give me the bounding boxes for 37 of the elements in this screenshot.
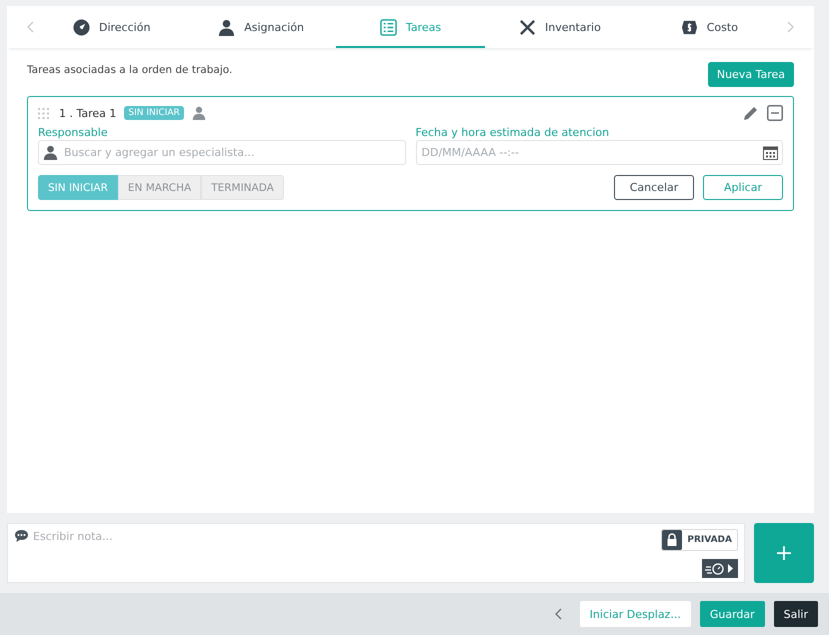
money-icon (680, 18, 698, 36)
chevron-left-icon[interactable] (554, 608, 563, 620)
responsible-label: Responsable (38, 126, 109, 139)
stopwatch-icon[interactable] (702, 559, 738, 578)
tab[interactable]: Dirección (37, 6, 186, 48)
compass-icon (72, 18, 90, 36)
speech-bubble-icon (14, 529, 29, 543)
status-option[interactable]: EN MARCHA (118, 175, 202, 200)
person-icon[interactable] (192, 106, 206, 120)
drag-handle-icon[interactable] (38, 108, 49, 118)
status-option[interactable]: TERMINADA (201, 175, 284, 200)
apply-button[interactable]: Aplicar (703, 175, 783, 200)
person-icon (43, 145, 58, 160)
date-label: Fecha y hora estimada de atencion (416, 126, 610, 139)
intro-text: Tareas asociadas a la orden de trabajo. (27, 64, 232, 76)
tab[interactable]: Tareas (336, 6, 486, 48)
lock-icon (662, 530, 682, 550)
pencil-icon[interactable] (743, 105, 759, 121)
status-option[interactable]: SIN INICIAR (38, 175, 118, 200)
task-title: 1 . Tarea 1 (59, 106, 116, 120)
collapse-icon[interactable] (767, 105, 783, 121)
exit-button[interactable]: Salir (774, 601, 818, 627)
tab[interactable]: Asignación (186, 6, 336, 48)
specialist-search-field[interactable]: Buscar y agregar un especialista... (38, 140, 406, 165)
person-icon (218, 18, 236, 36)
status-badge: SIN INICIAR (124, 106, 184, 120)
save-button[interactable]: Guardar (700, 601, 765, 627)
list-icon (380, 18, 397, 36)
start-travel-button[interactable]: Iniciar Desplaz... (580, 601, 691, 627)
tab[interactable]: Inventario (485, 6, 635, 48)
private-toggle[interactable]: PRIVADA (661, 529, 738, 551)
cancel-button[interactable]: Cancelar (614, 175, 694, 200)
new-task-button[interactable]: Nueva Tarea (708, 62, 794, 87)
add-note-button[interactable]: + (754, 523, 814, 583)
tab[interactable]: Costo (634, 6, 784, 48)
calendar-icon[interactable] (763, 145, 778, 160)
date-field[interactable]: DD/MM/AAAA --:-- (416, 140, 783, 165)
